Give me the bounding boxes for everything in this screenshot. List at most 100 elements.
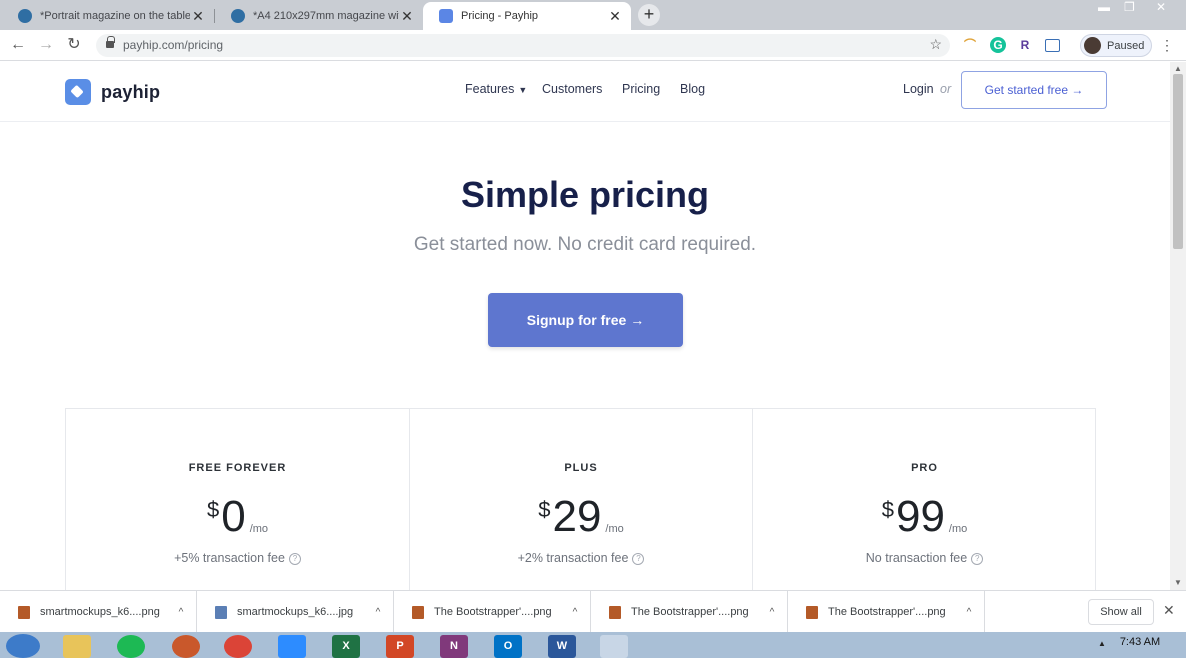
onenote-icon[interactable]: N bbox=[440, 635, 468, 658]
or-text: or bbox=[940, 82, 952, 96]
close-icon[interactable]: ✕ bbox=[399, 8, 415, 25]
tab-a4-magazine[interactable]: *A4 210x297mm magazine with ✕ bbox=[215, 2, 423, 30]
show-all-button[interactable]: Show all bbox=[1088, 599, 1154, 625]
download-filename: The Bootstrapper'....png bbox=[631, 606, 749, 618]
nav-pricing[interactable]: Pricing bbox=[622, 82, 660, 96]
plan-price: $ 99 /mo bbox=[753, 493, 1096, 541]
chevron-up-icon[interactable]: ^ bbox=[757, 607, 787, 618]
chevron-up-icon[interactable]: ^ bbox=[363, 607, 393, 618]
nav-features-label: Features bbox=[465, 82, 515, 96]
download-item[interactable]: The Bootstrapper'....png ^ bbox=[788, 591, 985, 633]
download-item[interactable]: The Bootstrapper'....png ^ bbox=[394, 591, 591, 633]
minimize-icon[interactable]: ▬ bbox=[1098, 0, 1110, 16]
get-started-button[interactable]: Get started free → bbox=[961, 71, 1107, 109]
fee-text: +5% transaction fee bbox=[174, 551, 285, 565]
download-item[interactable]: smartmockups_k6....png ^ bbox=[0, 591, 197, 633]
window-close-icon[interactable]: ✕ bbox=[1156, 0, 1166, 16]
cast-icon[interactable] bbox=[1045, 39, 1060, 52]
site-header: payhip Features ▼ Customers Pricing Blog … bbox=[0, 62, 1170, 122]
scroll-down-icon[interactable]: ▼ bbox=[1174, 578, 1182, 587]
avatar bbox=[1084, 37, 1101, 54]
price-period: /mo bbox=[249, 523, 269, 535]
nav-customers[interactable]: Customers bbox=[542, 82, 602, 96]
bookmark-star-icon[interactable]: ☆ bbox=[929, 36, 942, 53]
media-app-icon[interactable] bbox=[172, 635, 200, 658]
back-icon[interactable]: ← bbox=[8, 35, 28, 55]
download-item[interactable]: smartmockups_k6....jpg ^ bbox=[197, 591, 394, 633]
app-icon[interactable] bbox=[600, 635, 628, 658]
transaction-fee: +5% transaction fee? bbox=[66, 551, 409, 565]
scroll-up-icon[interactable]: ▲ bbox=[1174, 64, 1182, 73]
page-title: Simple pricing bbox=[460, 174, 710, 215]
grammarly-icon[interactable]: G bbox=[990, 37, 1006, 53]
help-icon[interactable]: ? bbox=[632, 552, 645, 565]
price-amount: 0 bbox=[221, 492, 246, 541]
screen: *Portrait magazine on the table ✕ *A4 21… bbox=[0, 0, 1186, 658]
download-filename: The Bootstrapper'....png bbox=[434, 606, 552, 618]
word-icon[interactable]: W bbox=[548, 635, 576, 658]
download-filename: smartmockups_k6....jpg bbox=[237, 606, 354, 618]
payhip-logo-icon bbox=[65, 79, 91, 105]
forward-icon[interactable]: → bbox=[36, 35, 56, 55]
nav-features[interactable]: Features ▼ bbox=[465, 82, 527, 96]
price-amount: 29 bbox=[552, 492, 602, 541]
transaction-fee: +2% transaction fee? bbox=[410, 551, 752, 565]
new-tab-button[interactable]: + bbox=[638, 4, 660, 26]
nav-blog[interactable]: Blog bbox=[680, 82, 705, 96]
chrome-icon[interactable] bbox=[224, 635, 252, 658]
pricing-plans: FREE FOREVER $ 0 /mo +5% transaction fee… bbox=[65, 408, 1096, 590]
explorer-icon[interactable] bbox=[63, 635, 91, 658]
profile-button[interactable]: Paused bbox=[1080, 34, 1152, 57]
taskbar: X P N O W ▲ 7:43 AM bbox=[0, 632, 1186, 658]
chevron-down-icon: ▼ bbox=[518, 85, 528, 95]
extension-arc-icon[interactable]: ⌒ bbox=[962, 37, 978, 53]
png-file-icon bbox=[806, 605, 818, 619]
tab-title: *Portrait magazine on the table bbox=[40, 10, 190, 22]
png-file-icon bbox=[412, 605, 424, 619]
currency-symbol: $ bbox=[206, 497, 220, 522]
browser-menu-icon[interactable]: ⋮ bbox=[1160, 37, 1174, 54]
help-icon[interactable]: ? bbox=[971, 552, 984, 565]
address-bar[interactable]: payhip.com/pricing ☆ bbox=[96, 34, 950, 57]
download-shelf: smartmockups_k6....png ^ smartmockups_k6… bbox=[0, 590, 1186, 633]
chevron-up-icon[interactable]: ^ bbox=[954, 607, 984, 618]
tray-arrow-icon[interactable]: ▲ bbox=[1098, 639, 1106, 648]
help-icon[interactable]: ? bbox=[288, 552, 301, 565]
payhip-logo[interactable]: payhip bbox=[65, 79, 160, 105]
zoom-icon[interactable] bbox=[278, 635, 306, 658]
scrollbar-thumb[interactable] bbox=[1173, 74, 1183, 249]
extension-r-icon[interactable]: R bbox=[1017, 37, 1033, 53]
clock[interactable]: 7:43 AM bbox=[1112, 636, 1168, 648]
lock-icon bbox=[106, 36, 115, 49]
currency-symbol: $ bbox=[881, 497, 894, 522]
chevron-up-icon[interactable]: ^ bbox=[560, 607, 590, 618]
jpg-file-icon bbox=[215, 605, 227, 619]
plan-card-plus: PLUS $ 29 /mo +2% transaction fee? bbox=[409, 409, 752, 590]
url-text: payhip.com/pricing bbox=[123, 38, 224, 52]
close-icon[interactable]: ✕ bbox=[190, 8, 206, 25]
outlook-icon[interactable]: O bbox=[494, 635, 522, 658]
signup-button[interactable]: Signup for free → bbox=[488, 293, 683, 347]
tab-portrait-magazine[interactable]: *Portrait magazine on the table ✕ bbox=[2, 2, 214, 30]
plan-price: $ 29 /mo bbox=[410, 493, 752, 541]
chevron-up-icon[interactable]: ^ bbox=[166, 607, 196, 618]
spotify-icon[interactable] bbox=[117, 635, 145, 658]
tab-title: Pricing - Payhip bbox=[461, 10, 539, 22]
excel-icon[interactable]: X bbox=[332, 635, 360, 658]
profile-status: Paused bbox=[1107, 39, 1145, 52]
tab-pricing-payhip[interactable]: Pricing - Payhip ✕ bbox=[423, 2, 631, 30]
page-scrollbar[interactable]: ▲ ▼ bbox=[1170, 62, 1186, 590]
powerpoint-icon[interactable]: P bbox=[386, 635, 414, 658]
start-button[interactable] bbox=[6, 634, 40, 658]
restore-icon[interactable]: ❐ bbox=[1124, 0, 1135, 16]
close-icon[interactable]: ✕ bbox=[1163, 602, 1175, 619]
tab-title: *A4 210x297mm magazine with bbox=[253, 10, 399, 22]
browser-toolbar: ← → ↻ payhip.com/pricing ☆ ⌒ G R Paused … bbox=[0, 30, 1186, 61]
close-icon[interactable]: ✕ bbox=[607, 8, 623, 25]
reload-icon[interactable]: ↻ bbox=[64, 35, 84, 55]
tab-strip: *Portrait magazine on the table ✕ *A4 21… bbox=[0, 0, 1186, 30]
currency-symbol: $ bbox=[538, 497, 551, 522]
download-item[interactable]: The Bootstrapper'....png ^ bbox=[591, 591, 788, 633]
login-link[interactable]: Login bbox=[903, 82, 934, 96]
photopea-icon bbox=[231, 9, 245, 23]
